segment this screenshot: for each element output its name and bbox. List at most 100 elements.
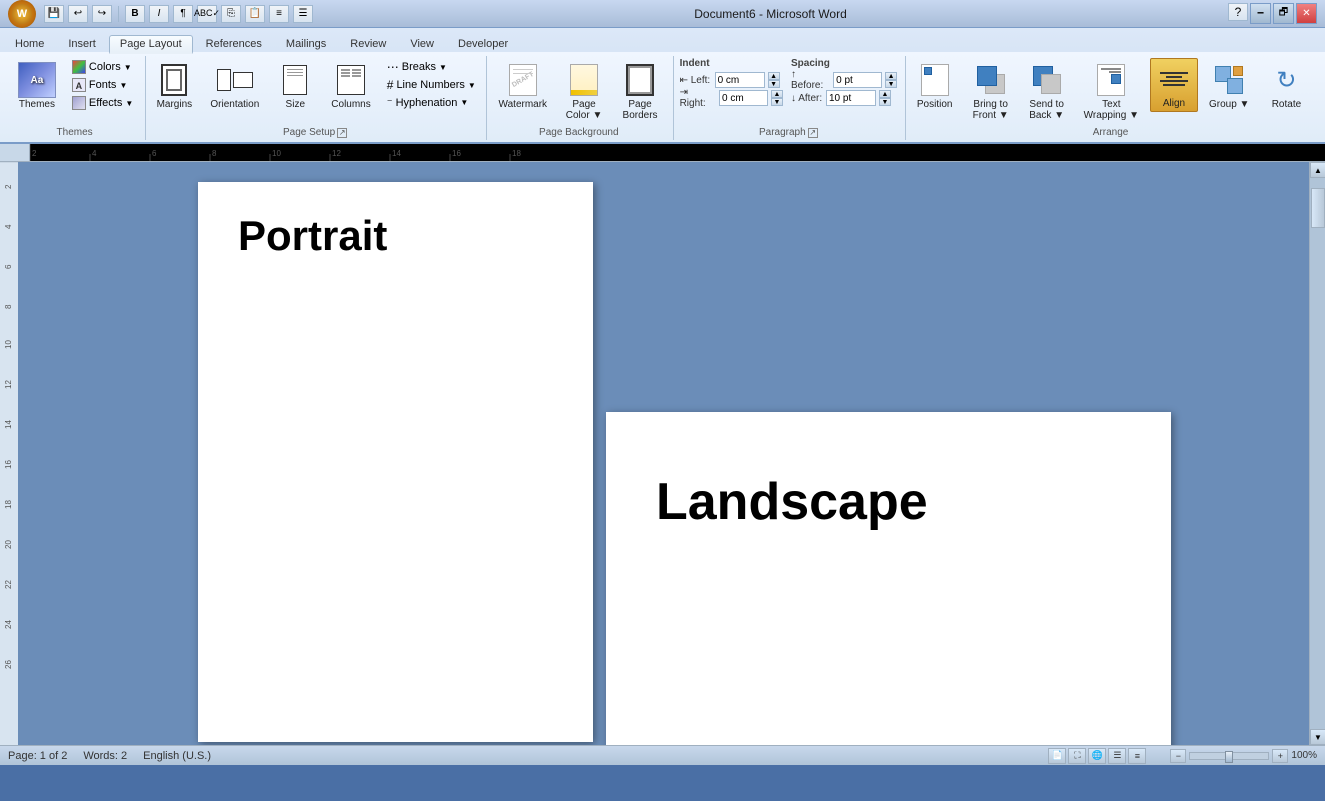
full-screen-btn[interactable]: ⛶ (1068, 748, 1086, 764)
svg-text:8: 8 (4, 304, 13, 309)
page-color-button[interactable]: PageColor ▼ (558, 58, 610, 125)
scroll-down-btn[interactable]: ▼ (1310, 729, 1325, 745)
colors-button[interactable]: Colors ▼ (67, 58, 138, 76)
themes-button[interactable]: Aa Themes (11, 58, 63, 114)
before-spacing-input[interactable]: 0 pt (833, 72, 882, 88)
print-layout-btn[interactable]: 📄 (1048, 748, 1066, 764)
redo-toolbar-btn[interactable]: ↪ (92, 5, 112, 23)
left-indent-up[interactable]: ▲ (768, 72, 780, 80)
tab-insert[interactable]: Insert (57, 35, 107, 52)
right-indent-label: ⇥ Right: (680, 87, 716, 109)
undo-toolbar-btn[interactable]: ↩ (68, 5, 88, 23)
right-indent-down[interactable]: ▼ (771, 98, 783, 106)
cl1 (341, 69, 350, 71)
themes-group: Aa Themes Colors ▼ A Fonts ▼ (8, 56, 146, 140)
scrollbar-vertical[interactable]: ▲ ▼ (1309, 162, 1325, 745)
numbering-toolbar-btn[interactable]: ☰ (293, 5, 313, 23)
gb2 (1227, 78, 1243, 94)
before-spacing-spin[interactable]: ▲ ▼ (885, 72, 897, 88)
right-indent-up[interactable]: ▲ (771, 90, 783, 98)
bullets-toolbar-btn[interactable]: ≡ (269, 5, 289, 23)
draft-btn[interactable]: ≡ (1128, 748, 1146, 764)
group-button[interactable]: Group ▼ (1202, 58, 1256, 114)
zoom-slider[interactable] (1189, 752, 1269, 760)
send-back-layers (1033, 66, 1061, 94)
spelling-toolbar-btn[interactable]: ABC✓ (197, 5, 217, 23)
zoom-handle[interactable] (1225, 751, 1233, 763)
bold-toolbar-btn[interactable]: B (125, 5, 145, 23)
spacing-section: Spacing ↑ Before: 0 pt ▲ ▼ (791, 58, 897, 107)
after-up[interactable]: ▲ (879, 90, 891, 98)
tab-home[interactable]: Home (4, 35, 55, 52)
scroll-track[interactable] (1310, 178, 1325, 729)
spacing-header: Spacing (791, 58, 897, 69)
scroll-thumb[interactable] (1311, 188, 1325, 228)
left-indent-input[interactable]: 0 cm (715, 72, 765, 88)
zoom-in-btn[interactable]: + (1272, 749, 1288, 763)
save-toolbar-btn[interactable]: 💾 (44, 5, 64, 23)
tab-references[interactable]: References (195, 35, 273, 52)
zoom-out-btn[interactable]: − (1170, 749, 1186, 763)
size-button[interactable]: Size (270, 58, 320, 114)
hyphenation-dropdown: ▼ (460, 98, 468, 107)
position-button[interactable]: Position (909, 58, 961, 114)
page-setup-expand[interactable]: ↗ (337, 128, 347, 138)
align-button[interactable]: Align (1150, 58, 1198, 112)
margins-button[interactable]: Margins (149, 58, 199, 114)
title-bar-left: W 💾 ↩ ↪ B I ¶ ABC✓ ⎘ 📋 ≡ ☰ (8, 0, 313, 28)
orientation-button[interactable]: Orientation (203, 58, 266, 114)
text-wrapping-button[interactable]: TextWrapping ▼ (1077, 58, 1146, 125)
after-spacing-spin[interactable]: ▲ ▼ (879, 90, 891, 106)
tab-mailings[interactable]: Mailings (275, 35, 337, 52)
help-btn[interactable]: ? (1228, 3, 1248, 21)
pos-box (924, 67, 932, 75)
after-label: ↓ After: (791, 93, 823, 104)
format-toolbar-btn[interactable]: ¶ (173, 5, 193, 23)
paste-toolbar-btn[interactable]: 📋 (245, 5, 265, 23)
columns-button[interactable]: Columns (324, 58, 377, 114)
page-color-icon (565, 62, 603, 98)
page-borders-label: PageBorders (623, 99, 658, 121)
paragraph-expand[interactable]: ↗ (808, 128, 818, 138)
after-down[interactable]: ▼ (879, 98, 891, 106)
tab-developer[interactable]: Developer (447, 35, 519, 52)
tab-view[interactable]: View (399, 35, 445, 52)
page-borders-button[interactable]: PageBorders (614, 58, 666, 125)
effects-button[interactable]: Effects ▼ (67, 94, 138, 112)
copy-toolbar-btn[interactable]: ⎘ (221, 5, 241, 23)
scroll-up-btn[interactable]: ▲ (1310, 162, 1325, 178)
office-button[interactable]: W (8, 0, 36, 28)
tab-page-layout[interactable]: Page Layout (109, 35, 193, 54)
al1 (1160, 72, 1188, 74)
line-numbers-button[interactable]: # Line Numbers ▼ (382, 76, 481, 94)
outline-btn[interactable]: ☰ (1108, 748, 1126, 764)
close-btn[interactable]: ✕ (1296, 3, 1317, 24)
send-to-back-button[interactable]: Send toBack ▼ (1021, 58, 1073, 125)
italic-toolbar-btn[interactable]: I (149, 5, 169, 23)
fonts-button[interactable]: A Fonts ▼ (67, 76, 138, 94)
position-icon (916, 62, 954, 98)
right-indent-spin[interactable]: ▲ ▼ (771, 90, 783, 106)
line-numbers-icon: # (387, 78, 394, 92)
right-indent-icon: ⇥ (680, 87, 688, 98)
hyphenation-button[interactable]: ⁻ Hyphenation ▼ (382, 94, 481, 111)
line-numbers-dropdown: ▼ (468, 81, 476, 90)
front-layer (977, 66, 997, 86)
web-layout-btn[interactable]: 🌐 (1088, 748, 1106, 764)
before-down[interactable]: ▼ (885, 80, 897, 88)
arrange-content: Position Bring toFront ▼ (909, 58, 1313, 125)
before-up[interactable]: ▲ (885, 72, 897, 80)
breaks-button[interactable]: ⋯ Breaks ▼ (382, 58, 481, 76)
bring-to-front-button[interactable]: Bring toFront ▼ (965, 58, 1017, 125)
tab-review[interactable]: Review (339, 35, 397, 52)
page-color-label: PageColor ▼ (566, 99, 603, 121)
right-indent-input[interactable]: 0 cm (719, 90, 768, 106)
left-indent-spin[interactable]: ▲ ▼ (768, 72, 780, 88)
after-spacing-input[interactable]: 10 pt (826, 90, 876, 106)
watermark-button[interactable]: DRAFT Watermark (492, 58, 555, 114)
group-icon (1210, 62, 1248, 98)
maximize-btn[interactable]: 🗗 (1273, 3, 1294, 24)
rotate-button[interactable]: ↻ Rotate (1260, 58, 1312, 114)
minimize-btn[interactable]: 🗕 (1250, 3, 1271, 24)
left-indent-down[interactable]: ▼ (768, 80, 780, 88)
